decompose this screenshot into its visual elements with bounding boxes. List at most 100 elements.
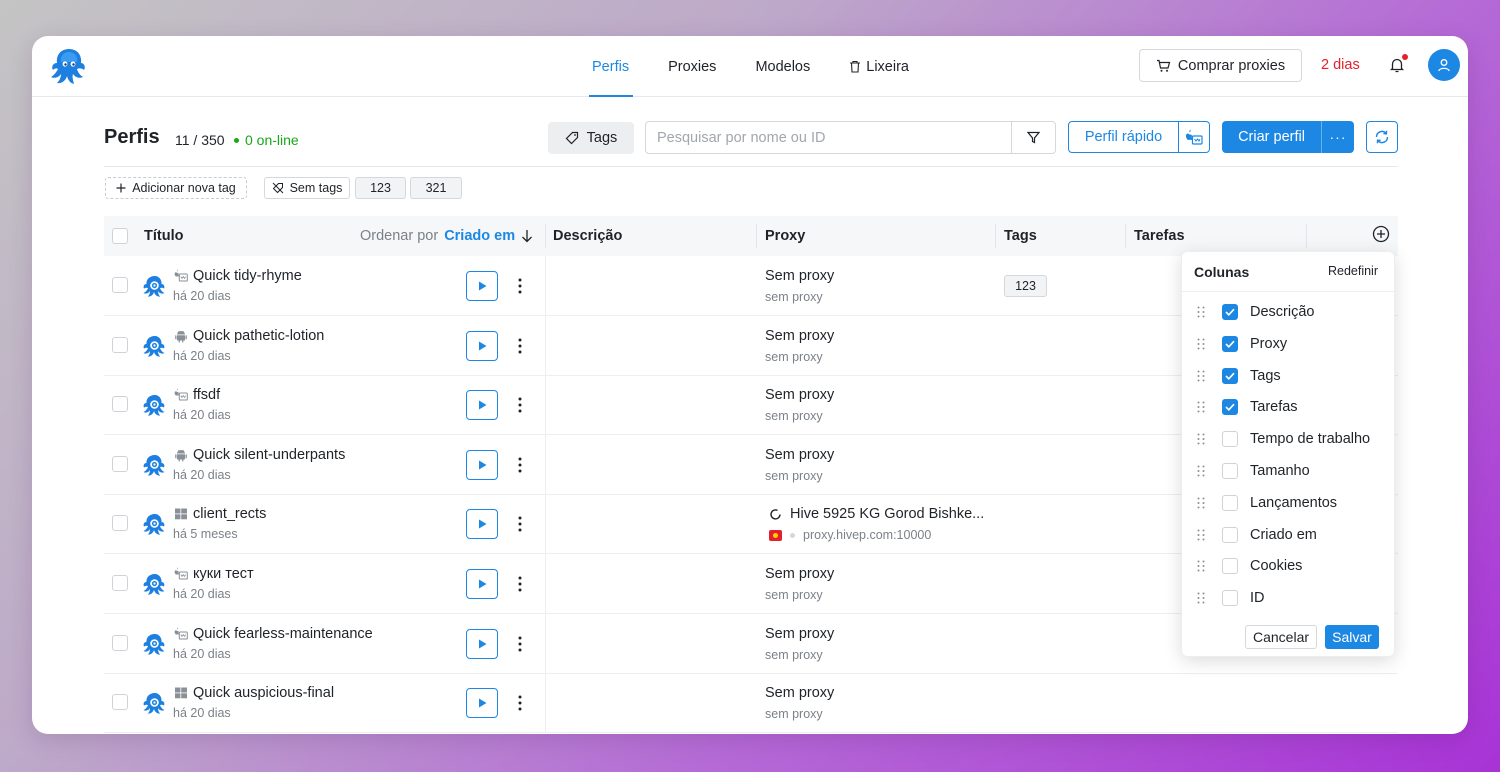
column-tags[interactable]: Tags xyxy=(1004,216,1037,256)
profile-title[interactable]: Quick auspicious-final xyxy=(193,685,334,701)
proxy-name[interactable]: Sem proxy xyxy=(765,328,834,344)
refresh-button[interactable] xyxy=(1366,121,1398,153)
reset-columns-button[interactable]: Redefinir xyxy=(1328,264,1378,278)
column-option[interactable]: Criado em xyxy=(1182,519,1394,551)
row-menu-button[interactable] xyxy=(510,569,530,599)
filter-button[interactable] xyxy=(1011,122,1055,153)
add-tag-button[interactable]: Adicionar nova tag xyxy=(105,177,247,199)
row-checkbox[interactable] xyxy=(112,515,128,532)
start-profile-button[interactable] xyxy=(466,688,498,719)
column-checkbox[interactable] xyxy=(1222,590,1238,607)
nav-tab-perfis[interactable]: Perfis xyxy=(588,36,634,97)
column-option[interactable]: Tempo de trabalho xyxy=(1182,423,1394,455)
profile-title[interactable]: куки тест xyxy=(193,566,254,582)
row-menu-button[interactable] xyxy=(510,450,530,480)
octopus-logo-icon[interactable] xyxy=(48,46,90,86)
create-profile-more-button[interactable]: ··· xyxy=(1322,121,1354,153)
column-proxy[interactable]: Proxy xyxy=(765,216,805,256)
profile-title[interactable]: Quick silent-underpants xyxy=(193,447,345,463)
buy-proxies-button[interactable]: Comprar proxies xyxy=(1139,49,1302,82)
cancel-button[interactable]: Cancelar xyxy=(1245,625,1317,649)
start-profile-button[interactable] xyxy=(466,569,498,599)
drag-handle-icon[interactable] xyxy=(1197,370,1205,382)
create-profile-button[interactable]: Criar perfil ··· xyxy=(1222,121,1354,153)
drag-handle-icon[interactable] xyxy=(1197,433,1205,445)
row-menu-button[interactable] xyxy=(510,331,530,361)
drag-handle-icon[interactable] xyxy=(1197,465,1205,477)
row-menu-button[interactable] xyxy=(510,629,530,659)
column-description[interactable]: Descrição xyxy=(553,216,622,256)
start-profile-button[interactable] xyxy=(466,509,498,540)
start-profile-button[interactable] xyxy=(466,271,498,301)
select-all-checkbox[interactable] xyxy=(112,228,128,244)
column-checkbox[interactable] xyxy=(1222,463,1238,479)
tags-filter-button[interactable]: Tags xyxy=(548,122,634,154)
column-option[interactable]: Tags xyxy=(1182,360,1394,392)
column-title[interactable]: Título xyxy=(144,216,183,256)
profile-title[interactable]: ffsdf xyxy=(193,387,220,403)
column-option[interactable]: Tarefas xyxy=(1182,391,1394,423)
sort-value[interactable]: Criado em xyxy=(444,228,515,244)
tag-chip[interactable]: 321 xyxy=(410,177,462,199)
start-profile-button[interactable] xyxy=(466,390,498,421)
start-profile-button[interactable] xyxy=(466,449,498,480)
row-checkbox[interactable] xyxy=(112,575,128,591)
column-option[interactable]: Tamanho xyxy=(1182,455,1394,487)
row-menu-button[interactable] xyxy=(510,509,530,539)
save-button[interactable]: Salvar xyxy=(1325,625,1379,649)
proxy-name[interactable]: Sem proxy xyxy=(765,387,834,403)
start-profile-button[interactable] xyxy=(466,628,498,659)
column-option[interactable]: Descrição xyxy=(1182,296,1394,328)
drag-handle-icon[interactable] xyxy=(1197,529,1205,541)
proxy-name[interactable]: Sem proxy xyxy=(765,566,834,582)
arrow-down-icon[interactable] xyxy=(521,229,533,243)
column-tasks[interactable]: Tarefas xyxy=(1134,216,1185,256)
column-checkbox[interactable] xyxy=(1222,431,1238,448)
column-option[interactable]: ID xyxy=(1182,582,1394,614)
proxy-info[interactable]: Hive 5925 KG Gorod Bishke... xyxy=(769,506,984,522)
column-checkbox[interactable] xyxy=(1222,526,1238,543)
profile-title[interactable]: client_rects xyxy=(193,506,266,522)
profile-title[interactable]: Quick tidy-rhyme xyxy=(193,268,302,284)
sort-control[interactable]: Ordenar por Criado em xyxy=(360,216,533,256)
row-checkbox[interactable] xyxy=(112,694,128,711)
column-checkbox[interactable] xyxy=(1222,494,1238,511)
quick-profile-os-button[interactable] xyxy=(1179,122,1209,152)
proxy-name[interactable]: Sem proxy xyxy=(765,626,834,642)
row-checkbox[interactable] xyxy=(112,634,128,651)
add-column-icon[interactable] xyxy=(1372,225,1390,243)
proxy-name[interactable]: Sem proxy xyxy=(765,447,834,463)
column-checkbox[interactable] xyxy=(1222,304,1238,320)
column-checkbox[interactable] xyxy=(1222,367,1238,384)
proxy-name[interactable]: Sem proxy xyxy=(765,685,834,701)
profile-title[interactable]: Quick fearless-maintenance xyxy=(193,626,373,642)
drag-handle-icon[interactable] xyxy=(1197,497,1205,509)
row-checkbox[interactable] xyxy=(112,336,128,353)
row-checkbox[interactable] xyxy=(112,455,128,472)
row-menu-button[interactable] xyxy=(510,688,530,718)
drag-handle-icon[interactable] xyxy=(1197,560,1205,572)
nav-tab-lixeira[interactable]: Lixeira xyxy=(845,36,913,97)
tag-chip[interactable]: 123 xyxy=(355,177,406,199)
drag-handle-icon[interactable] xyxy=(1197,592,1205,604)
nav-tab-modelos[interactable]: Modelos xyxy=(751,36,814,97)
row-checkbox[interactable] xyxy=(112,396,128,413)
start-profile-button[interactable] xyxy=(466,330,498,361)
row-menu-button[interactable] xyxy=(510,390,530,420)
no-tags-chip[interactable]: Sem tags xyxy=(264,177,350,199)
table-row[interactable]: Quick auspicious-final há 20 dias Sem pr… xyxy=(104,673,1398,734)
column-checkbox[interactable] xyxy=(1222,558,1238,575)
column-option[interactable]: Lançamentos xyxy=(1182,487,1394,519)
nav-tab-proxies[interactable]: Proxies xyxy=(664,36,720,97)
profile-title[interactable]: Quick pathetic-lotion xyxy=(193,328,324,344)
search-input[interactable] xyxy=(646,122,1010,153)
user-avatar[interactable] xyxy=(1428,49,1460,81)
drag-handle-icon[interactable] xyxy=(1197,401,1205,413)
column-checkbox[interactable] xyxy=(1222,399,1238,416)
proxy-name[interactable]: Sem proxy xyxy=(765,268,834,284)
column-checkbox[interactable] xyxy=(1222,335,1238,352)
drag-handle-icon[interactable] xyxy=(1197,338,1205,350)
row-checkbox[interactable] xyxy=(112,277,128,293)
quick-profile-button[interactable]: Perfil rápido xyxy=(1068,121,1210,153)
drag-handle-icon[interactable] xyxy=(1197,306,1205,318)
